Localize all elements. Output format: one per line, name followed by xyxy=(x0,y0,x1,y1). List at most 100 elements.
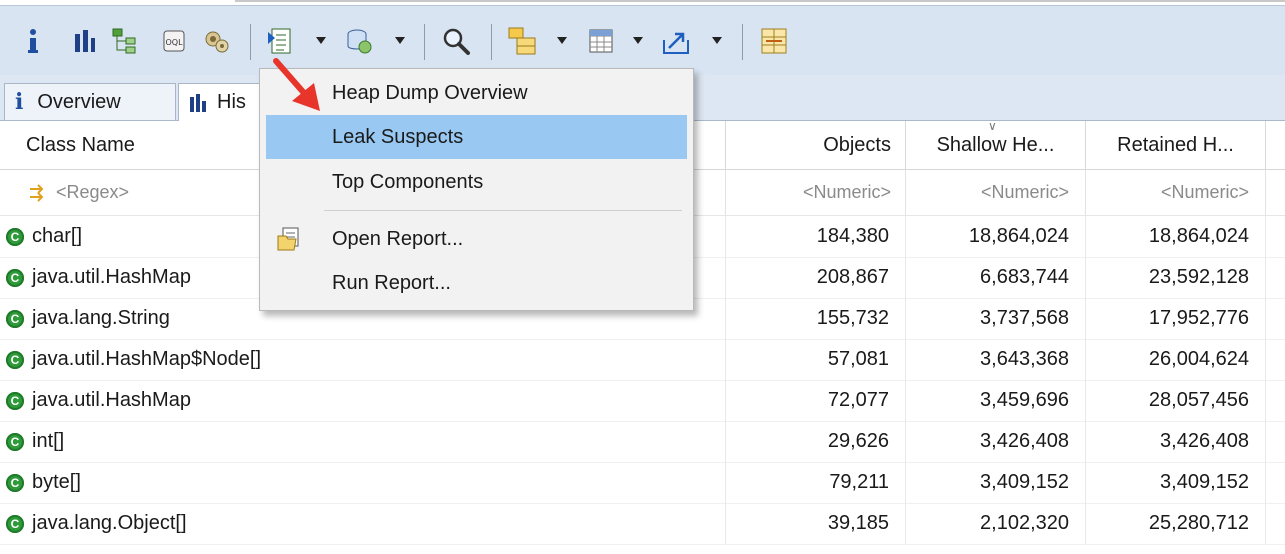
table-row[interactable]: Cint[] 29,626 3,426,408 3,426,408 xyxy=(0,421,1285,463)
shallow-heap-cell: 3,459,696 xyxy=(906,380,1086,421)
retained-heap-cell: 3,409,152 xyxy=(1086,462,1266,503)
retained-heap-filter[interactable]: <Numeric> xyxy=(1086,170,1266,215)
table-row[interactable]: Cjava.util.HashMap 72,077 3,459,696 28,057,… xyxy=(0,380,1285,422)
retained-heap-cell: 23,592,128 xyxy=(1086,257,1266,298)
class-icon: C xyxy=(6,391,24,410)
shallow-heap-cell: 3,426,408 xyxy=(906,421,1086,462)
menu-item-leak-suspects[interactable]: Leak Suspects xyxy=(266,115,687,159)
class-name-cell: Cint[] xyxy=(6,421,726,462)
column-header-objects[interactable]: Objects xyxy=(726,121,906,169)
table-row[interactable]: Cjava.util.HashMap$Node[] 57,081 3,643,368… xyxy=(0,339,1285,381)
class-name: java.lang.Object[] xyxy=(32,512,187,534)
toolbar-separator xyxy=(491,24,492,60)
export-caret[interactable] xyxy=(712,37,722,44)
shallow-heap-cell: 6,683,744 xyxy=(906,257,1086,298)
menu-item-label: Top Components xyxy=(332,170,484,193)
reports-dropdown-caret[interactable] xyxy=(316,37,326,44)
column-header-shallow-heap[interactable]: ∨ Shallow He... xyxy=(906,119,1086,169)
class-name: char[] xyxy=(32,225,83,247)
histogram-icon[interactable] xyxy=(72,23,98,59)
class-icon: C xyxy=(6,268,24,287)
table-row[interactable]: Cbyte[] 79,211 3,409,152 3,409,152 xyxy=(0,462,1285,504)
shallow-heap-cell: 3,409,152 xyxy=(906,462,1086,503)
tab-histogram[interactable]: His xyxy=(178,83,268,121)
calculate-icon[interactable] xyxy=(585,23,617,59)
class-name: java.util.HashMap xyxy=(32,266,191,288)
tab-histogram-label: His xyxy=(217,91,246,113)
retained-heap-cell: 3,426,408 xyxy=(1086,421,1266,462)
tab-overview-label: Overview xyxy=(37,90,121,113)
histogram-icon xyxy=(189,93,207,113)
objects-cell: 57,081 xyxy=(726,339,906,380)
toolbar-separator xyxy=(742,24,743,60)
class-icon: C xyxy=(6,350,24,369)
query-browser-caret[interactable] xyxy=(395,37,405,44)
column-header-shallow-heap-label: Shallow He... xyxy=(936,133,1055,156)
search-icon[interactable] xyxy=(440,23,472,59)
window-top-border xyxy=(235,0,1285,2)
retained-heap-cell: 17,952,776 xyxy=(1086,298,1266,339)
objects-cell: 208,867 xyxy=(726,257,906,298)
objects-cell: 184,380 xyxy=(726,216,906,257)
class-name: java.util.HashMap xyxy=(32,389,191,411)
regex-filter-icon xyxy=(28,183,50,203)
objects-filter[interactable]: <Numeric> xyxy=(726,170,906,215)
reports-dropdown-icon[interactable] xyxy=(265,23,297,59)
export-icon[interactable] xyxy=(660,23,694,59)
oql-icon[interactable]: OQL xyxy=(160,23,188,59)
class-name-filter-placeholder: <Regex> xyxy=(56,182,130,202)
class-name: java.util.HashMap$Node[] xyxy=(32,348,262,370)
class-icon: C xyxy=(6,432,24,451)
toolbar-separator xyxy=(424,24,425,60)
menu-item-run-report[interactable]: Run Report... xyxy=(266,261,687,305)
retained-heap-cell: 26,004,624 xyxy=(1086,339,1266,380)
class-icon: C xyxy=(6,514,24,533)
objects-cell: 39,185 xyxy=(726,503,906,544)
menu-item-label: Open Report... xyxy=(332,227,464,250)
annotation-arrow xyxy=(273,58,320,111)
class-name-cell: Cjava.lang.Object[] xyxy=(6,503,726,544)
group-by-caret[interactable] xyxy=(557,37,567,44)
shallow-heap-filter[interactable]: <Numeric> xyxy=(906,170,1086,215)
info-icon: i xyxy=(15,89,24,115)
sort-descending-icon: ∨ xyxy=(988,119,997,133)
class-icon: C xyxy=(6,473,24,492)
menu-item-open-report[interactable]: Open Report... xyxy=(266,217,687,261)
objects-cell: 72,077 xyxy=(726,380,906,421)
thread-overview-icon[interactable] xyxy=(202,23,232,59)
group-by-icon[interactable] xyxy=(505,23,541,59)
class-name: java.lang.String xyxy=(32,307,170,329)
toolbar-separator xyxy=(250,24,251,60)
menu-item-label: Leak Suspects xyxy=(332,125,464,148)
calculate-caret[interactable] xyxy=(633,37,643,44)
class-icon: C xyxy=(6,227,24,246)
objects-cell: 79,211 xyxy=(726,462,906,503)
info-icon[interactable] xyxy=(22,23,44,59)
objects-cell: 155,732 xyxy=(726,298,906,339)
class-icon: C xyxy=(6,309,24,328)
class-name: byte[] xyxy=(32,471,81,493)
open-report-icon xyxy=(276,226,302,252)
class-name-cell: Cbyte[] xyxy=(6,462,726,503)
compare-icon[interactable] xyxy=(758,23,790,59)
retained-heap-cell: 28,057,456 xyxy=(1086,380,1266,421)
retained-heap-cell: 18,864,024 xyxy=(1086,216,1266,257)
query-browser-icon[interactable] xyxy=(343,23,375,59)
shallow-heap-cell: 18,864,024 xyxy=(906,216,1086,257)
objects-cell: 29,626 xyxy=(726,421,906,462)
dominator-tree-icon[interactable] xyxy=(110,23,140,59)
class-name-cell: Cjava.util.HashMap xyxy=(6,380,726,421)
retained-heap-cell: 25,280,712 xyxy=(1086,503,1266,544)
class-name: int[] xyxy=(32,430,65,452)
table-row[interactable]: Cjava.lang.Object[] 39,185 2,102,320 25,280… xyxy=(0,503,1285,545)
svg-text:OQL: OQL xyxy=(165,38,183,47)
shallow-heap-cell: 3,737,568 xyxy=(906,298,1086,339)
menu-item-label: Run Report... xyxy=(332,271,451,294)
menu-separator xyxy=(324,210,682,211)
menu-item-top-components[interactable]: Top Components xyxy=(266,160,687,204)
tab-overview[interactable]: i Overview xyxy=(4,83,176,120)
menu-item-label: Heap Dump Overview xyxy=(332,81,528,104)
column-header-retained-heap[interactable]: Retained H... xyxy=(1086,121,1266,169)
toolbar: OQL xyxy=(0,5,1285,77)
class-name-cell: Cjava.util.HashMap$Node[] xyxy=(6,339,726,380)
